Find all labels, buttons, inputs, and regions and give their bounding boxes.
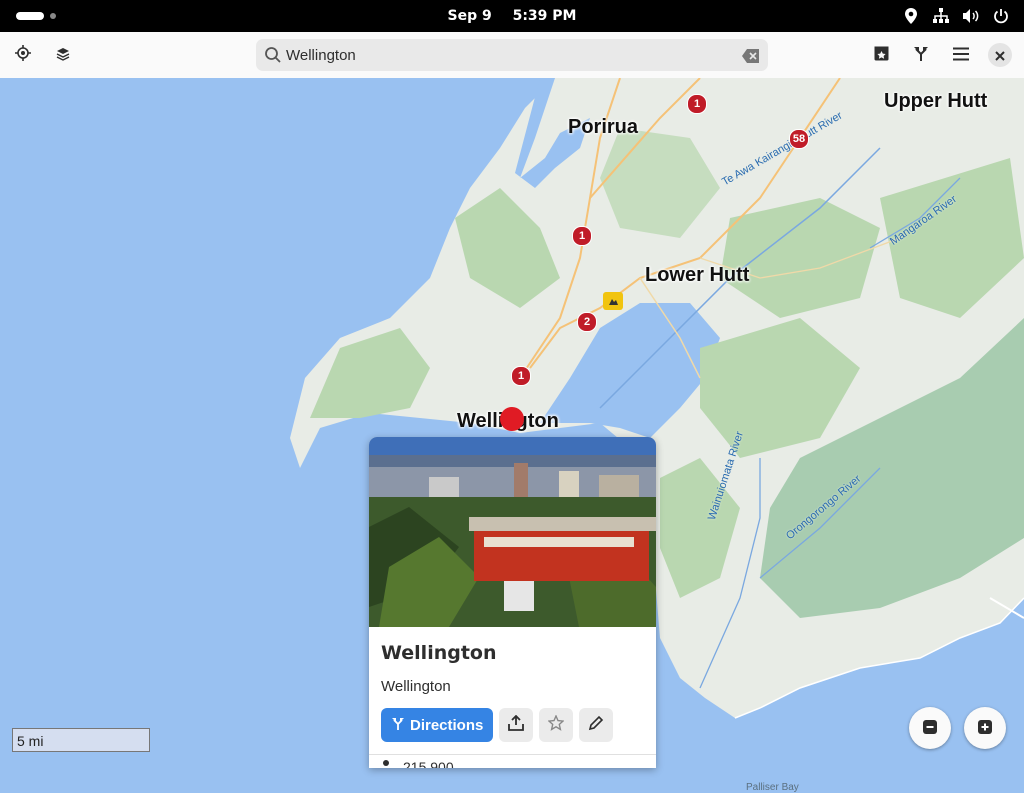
power-icon (992, 7, 1010, 25)
route-icon (914, 46, 928, 65)
zoom-in-button[interactable] (964, 707, 1006, 749)
star-icon (547, 714, 565, 735)
main-menu-button[interactable] (946, 40, 976, 70)
clock[interactable]: Sep 9 5:39 PM (0, 0, 1024, 32)
close-icon (995, 46, 1005, 65)
popover-separator (369, 754, 656, 755)
highway-shield: 1 (511, 366, 531, 386)
place-title: Wellington (381, 642, 497, 664)
attraction-icon[interactable] (603, 292, 623, 310)
favorites-button[interactable] (866, 40, 896, 70)
search-box[interactable] (256, 39, 768, 71)
city-label-upper-hutt: Upper Hutt (884, 90, 988, 112)
favorite-button[interactable] (539, 708, 573, 742)
pencil-icon (588, 715, 604, 735)
place-photo (369, 437, 656, 627)
volume-icon (962, 7, 980, 25)
menu-icon (953, 46, 969, 65)
highway-shield: 1 (572, 226, 592, 246)
place-popover: Wellington Wellington Directions 215,900 (369, 437, 656, 768)
highway-shield: 1 (687, 94, 707, 114)
search-input[interactable] (286, 39, 726, 71)
close-window-button[interactable] (988, 43, 1012, 67)
highway-shield: 2 (577, 312, 597, 332)
locate-icon (15, 45, 31, 65)
people-icon (381, 759, 395, 768)
clear-search-icon[interactable] (742, 48, 760, 67)
location-icon (902, 7, 920, 25)
date-label: Sep 9 (447, 8, 492, 24)
time-label: 5:39 PM (512, 8, 577, 24)
population-row: 215,900 (381, 759, 454, 768)
layers-icon (56, 46, 70, 65)
directions-button[interactable]: Directions (381, 708, 493, 742)
population-value: 215,900 (403, 759, 454, 768)
highway-shield: 58 (789, 129, 809, 149)
layers-button[interactable] (48, 40, 78, 70)
system-top-bar: Sep 9 5:39 PM (0, 0, 1024, 32)
place-marker-icon[interactable] (499, 406, 525, 432)
network-icon (932, 7, 950, 25)
route-icon (392, 717, 404, 734)
city-label-porirua: Porirua (568, 116, 639, 138)
favorites-icon (874, 46, 889, 65)
directions-label: Directions (410, 716, 484, 734)
edit-button[interactable] (579, 708, 613, 742)
zoom-out-button[interactable] (909, 707, 951, 749)
place-subtitle: Wellington (381, 678, 451, 695)
header-bar (0, 32, 1024, 79)
system-tray[interactable] (902, 7, 1010, 25)
city-label-lower-hutt: Lower Hutt (645, 264, 750, 286)
locate-button[interactable] (8, 40, 38, 70)
zoom-in-icon (978, 719, 992, 738)
route-button[interactable] (906, 40, 936, 70)
bay-label: Palliser Bay (746, 782, 799, 793)
share-button[interactable] (499, 708, 533, 742)
scale-bar: 5 mi (12, 728, 150, 752)
search-icon (264, 46, 282, 68)
zoom-out-icon (923, 719, 937, 738)
share-icon (508, 714, 524, 735)
